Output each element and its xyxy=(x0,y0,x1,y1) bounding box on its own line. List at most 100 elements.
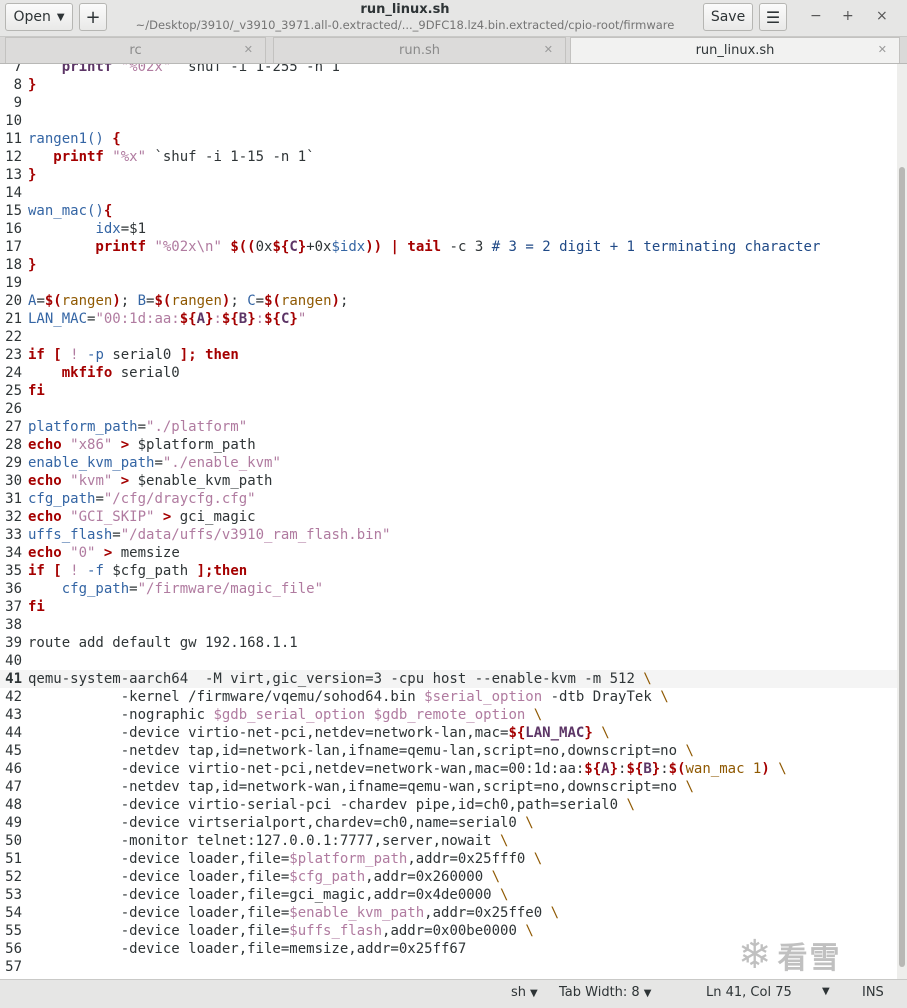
code-line[interactable]: 9 xyxy=(0,94,897,112)
line-number: 22 xyxy=(5,329,22,345)
code-line[interactable]: 22 xyxy=(0,328,897,346)
code-text: -device virtio-net-pci,netdev=network-wa… xyxy=(28,760,787,778)
code-token: ,addr=0x260000 xyxy=(365,869,492,885)
code-token: : xyxy=(213,311,222,327)
line-number: 14 xyxy=(5,185,22,201)
code-line[interactable]: 40 xyxy=(0,652,897,670)
code-line[interactable]: 38 xyxy=(0,616,897,634)
code-line[interactable]: 54 -device loader,file=$enable_kvm_path,… xyxy=(0,904,897,922)
code-line[interactable]: 13} xyxy=(0,166,897,184)
line-number: 51 xyxy=(5,851,22,867)
code-line[interactable]: 46 -device virtio-net-pci,netdev=network… xyxy=(0,760,897,778)
line-number: 40 xyxy=(5,653,22,669)
code-token: "kvm" xyxy=(70,473,113,489)
code-token: ${ xyxy=(179,311,197,327)
tab-run-linux-sh[interactable]: run_linux.sh ✕ xyxy=(570,37,900,63)
code-line[interactable]: 17 printf "%02x\n" $((0x${C}+0x$idx)) | … xyxy=(0,238,897,256)
code-line[interactable]: 10 xyxy=(0,112,897,130)
code-line[interactable]: 18} xyxy=(0,256,897,274)
line-number: 53 xyxy=(5,887,22,903)
code-line[interactable]: 8} xyxy=(0,76,897,94)
code-token: ${ xyxy=(584,761,602,777)
code-token: = xyxy=(112,527,121,543)
minimize-icon[interactable]: − xyxy=(810,8,822,24)
open-button[interactable]: Open ▼ xyxy=(5,3,73,31)
close-tab-icon[interactable]: ✕ xyxy=(878,43,887,56)
code-line[interactable]: 19 xyxy=(0,274,897,292)
code-token: memsize xyxy=(112,545,180,561)
code-line[interactable]: 34 echo "0" > memsize xyxy=(0,544,897,562)
chevron-down-icon[interactable]: ▼ xyxy=(822,986,830,997)
tab-rc[interactable]: rc ✕ xyxy=(5,37,266,63)
code-line[interactable]: 12 printf "%x" `shuf -i 1-15 -n 1` xyxy=(0,148,897,166)
code-line[interactable]: 43 -nographic $gdb_serial_option $gdb_re… xyxy=(0,706,897,724)
status-bar: sh ▼ Tab Width: 8 ▼ Ln 41, Col 75 ▼ INS xyxy=(0,979,907,1008)
scrollbar-thumb[interactable] xyxy=(899,167,905,967)
tab-width-selector[interactable]: Tab Width: 8 ▼ xyxy=(559,985,651,1000)
code-token: "GCI_SKIP" xyxy=(70,509,155,525)
tab-run-sh[interactable]: run.sh ✕ xyxy=(273,37,566,63)
code-line[interactable]: 52 -device loader,file=$cfg_path,addr=0x… xyxy=(0,868,897,886)
code-line[interactable]: 29 enable_kvm_path="./enable_kvm" xyxy=(0,454,897,472)
vertical-scrollbar[interactable] xyxy=(897,64,907,979)
line-number: 27 xyxy=(5,419,22,435)
code-line[interactable]: 50 -monitor telnet:127.0.0.1:7777,server… xyxy=(0,832,897,850)
maximize-icon[interactable]: + xyxy=(842,8,854,24)
code-line[interactable]: 39 route add default gw 192.168.1.1 xyxy=(0,634,897,652)
code-token: if xyxy=(28,347,45,363)
line-number: 25 xyxy=(5,383,22,399)
code-line[interactable]: 24 mkfifo serial0 xyxy=(0,364,897,382)
code-line[interactable]: 26 xyxy=(0,400,897,418)
language-selector[interactable]: sh ▼ xyxy=(511,985,538,1000)
code-token: : xyxy=(660,761,669,777)
code-line[interactable]: 53 -device loader,file=gci_magic,addr=0x… xyxy=(0,886,897,904)
line-number: 19 xyxy=(5,275,22,291)
code-line[interactable]: 28 echo "x86" > $platform_path xyxy=(0,436,897,454)
code-line[interactable]: 51 -device loader,file=$platform_path,ad… xyxy=(0,850,897,868)
code-token: then xyxy=(205,347,239,363)
code-line[interactable]: 45 -netdev tap,id=network-lan,ifname=qem… xyxy=(0,742,897,760)
code-line[interactable]: 42 -kernel /firmware/vqemu/sohod64.bin $… xyxy=(0,688,897,706)
code-line[interactable]: 25 fi xyxy=(0,382,897,400)
code-line[interactable]: 41 qemu-system-aarch64 -M virt,gic_versio… xyxy=(0,670,897,688)
code-line[interactable]: 14 xyxy=(0,184,897,202)
code-line[interactable]: 20 A=$(rangen); B=$(rangen); C=$(rangen); xyxy=(0,292,897,310)
code-line[interactable]: 49 -device virtserialport,chardev=ch0,na… xyxy=(0,814,897,832)
line-number: 10 xyxy=(5,113,22,129)
code-line[interactable]: 44 -device virtio-net-pci,netdev=network… xyxy=(0,724,897,742)
code-line[interactable]: 7 printf "%02x" `shuf -i 1-255 -n 1` xyxy=(0,64,897,76)
close-window-icon[interactable]: × xyxy=(876,8,888,24)
code-line[interactable]: 23 if [ ! -p serial0 ]; then xyxy=(0,346,897,364)
code-text: uffs_flash="/data/uffs/v3910_ram_flash.b… xyxy=(28,526,390,544)
insert-mode-indicator[interactable]: INS xyxy=(862,985,884,1000)
code-line[interactable]: 37 fi xyxy=(0,598,897,616)
code-line[interactable]: 31 cfg_path="/cfg/draycfg.cfg" xyxy=(0,490,897,508)
code-token: rangen xyxy=(171,293,222,309)
code-line[interactable]: 48 -device virtio-serial-pci -chardev pi… xyxy=(0,796,897,814)
code-line[interactable]: 15 wan_mac(){ xyxy=(0,202,897,220)
code-line[interactable]: 36 cfg_path="/firmware/magic_file" xyxy=(0,580,897,598)
code-line[interactable]: 21 LAN_MAC="00:1d:aa:${A}:${B}:${C}" xyxy=(0,310,897,328)
code-line[interactable]: 47 -netdev tap,id=network-wan,ifname=qem… xyxy=(0,778,897,796)
code-line[interactable]: 35 if [ ! -f $cfg_path ];then xyxy=(0,562,897,580)
code-token: \ xyxy=(685,779,694,795)
code-line[interactable]: 33 uffs_flash="/data/uffs/v3910_ram_flash… xyxy=(0,526,897,544)
cursor-position[interactable]: Ln 41, Col 75 xyxy=(706,985,792,1000)
code-line[interactable]: 32 echo "GCI_SKIP" > gci_magic xyxy=(0,508,897,526)
code-line[interactable]: 16 idx=$1 xyxy=(0,220,897,238)
close-tab-icon[interactable]: ✕ xyxy=(544,43,553,56)
menu-button[interactable]: ☰ xyxy=(759,3,787,31)
code-token: -device loader,file= xyxy=(28,905,290,921)
code-editor[interactable]: 7 printf "%02x" `shuf -i 1-255 -n 1` 8} 9 1… xyxy=(0,64,897,979)
code-line[interactable]: 11 rangen1() { xyxy=(0,130,897,148)
code-line[interactable]: 27 platform_path="./platform" xyxy=(0,418,897,436)
code-line[interactable]: 30 echo "kvm" > $enable_kvm_path xyxy=(0,472,897,490)
line-number: 50 xyxy=(5,833,22,849)
close-tab-icon[interactable]: ✕ xyxy=(244,43,253,56)
new-document-button[interactable]: + xyxy=(79,3,107,31)
save-button[interactable]: Save xyxy=(703,3,753,31)
